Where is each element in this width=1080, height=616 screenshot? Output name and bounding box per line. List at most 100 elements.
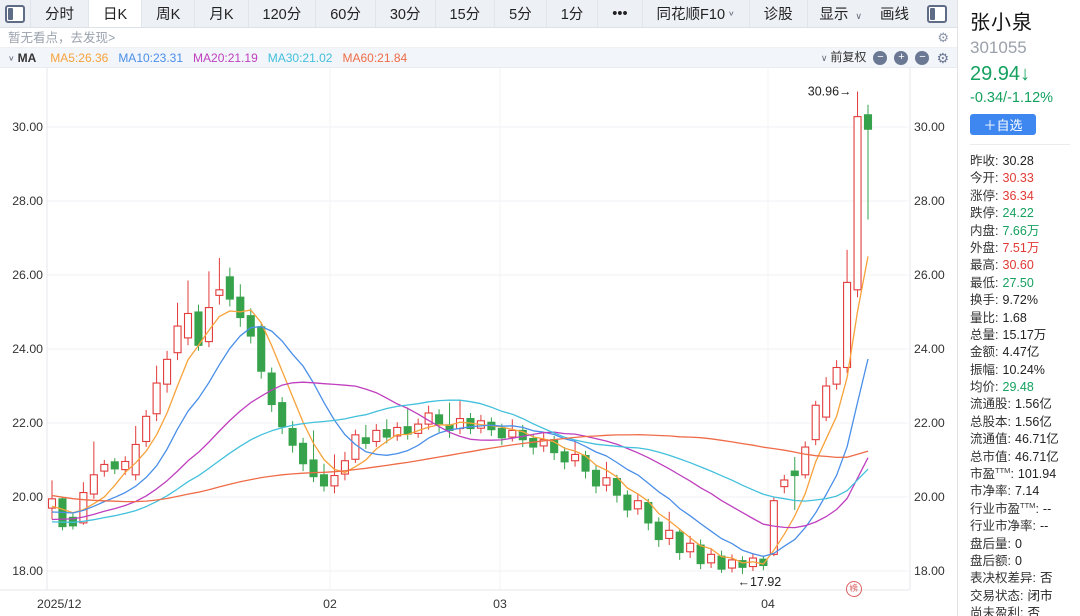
tab-120min[interactable]: 120分	[249, 0, 317, 27]
ma-legend-ma5: MA5:26.36	[50, 48, 108, 68]
stat-row: 市净率:7.14	[970, 480, 1080, 497]
svg-text:2025/12: 2025/12	[37, 597, 82, 611]
news-text: 暂无看点，	[8, 31, 71, 45]
period-toolbar: 分时日K周K月K120分60分30分15分5分1分•••同花顺F10∨诊股 显示…	[0, 0, 957, 28]
stat-row: 总股本:1.56亿	[970, 411, 1080, 428]
svg-text:22.00: 22.00	[914, 416, 945, 430]
chevron-down-icon: ∨	[821, 53, 828, 63]
svg-text:03: 03	[493, 597, 507, 611]
svg-text:←17.92: ←17.92	[737, 575, 781, 589]
stat-row: 跌停:24.22	[970, 202, 1080, 219]
price-change: -0.34/-1.12%	[970, 90, 1080, 106]
stat-row: 昨收:30.28	[970, 150, 1080, 167]
tab-day-k[interactable]: 日K	[89, 0, 142, 27]
stat-row: 外盘:7.51万	[970, 237, 1080, 254]
svg-text:20.00: 20.00	[914, 490, 945, 504]
stat-row: 内盘:7.66万	[970, 220, 1080, 237]
news-bar: 暂无看点，去发现> ⚙	[0, 28, 957, 48]
news-settings-gear-icon[interactable]: ⚙	[937, 28, 949, 48]
stat-row: 均价:29.48	[970, 376, 1080, 393]
stat-row: 盘后量:0	[970, 533, 1080, 550]
stat-row: 尚未盈利:否	[970, 602, 1080, 616]
stat-row: 行业市盈TTM:--	[970, 498, 1080, 515]
current-price: 29.94↓	[970, 63, 1080, 86]
stat-row: 行业市净率:--	[970, 515, 1080, 532]
svg-text:04: 04	[761, 597, 775, 611]
stat-row: 最高:30.60	[970, 254, 1080, 271]
ma-legend-ma60: MA60:21.84	[342, 48, 407, 68]
ma-collapse-chevron-icon[interactable]: ∨	[8, 50, 15, 66]
stock-info-panel: 张小泉 301055 29.94↓ -0.34/-1.12% ＋自选 昨收:30…	[957, 0, 1080, 616]
svg-text:24.00: 24.00	[914, 342, 945, 356]
left-panel-toggle-button[interactable]	[0, 0, 31, 27]
panel-toggle-icon	[5, 5, 25, 23]
kline-zoom-out-icon[interactable]: −	[873, 51, 887, 65]
tab-1min[interactable]: 1分	[547, 0, 599, 27]
tab-month-k[interactable]: 月K	[195, 0, 248, 27]
tab-30min[interactable]: 30分	[376, 0, 436, 27]
stat-row: 流通股:1.56亿	[970, 393, 1080, 410]
add-watchlist-button[interactable]: ＋自选	[970, 114, 1036, 135]
ma-values: MA5:26.36 MA10:23.31 MA20:21.19 MA30:21.02 M…	[40, 48, 407, 68]
chevron-down-icon: ∨	[855, 11, 862, 21]
stat-row: 总市值:46.71亿	[970, 446, 1080, 463]
tab-15min[interactable]: 15分	[436, 0, 496, 27]
svg-text:26.00: 26.00	[914, 268, 945, 282]
svg-text:30.96→: 30.96→	[808, 84, 852, 98]
svg-text:28.00: 28.00	[914, 194, 945, 208]
stat-row: 交易状态:闭市	[970, 585, 1080, 602]
divider	[970, 144, 1070, 145]
kline-zoom-in-icon[interactable]: +	[894, 51, 908, 65]
toolbar-spacer	[808, 0, 820, 27]
stat-row: 最低:27.50	[970, 272, 1080, 289]
ma-title: MA	[18, 48, 37, 68]
svg-text:24.00: 24.00	[12, 342, 43, 356]
tab-60min[interactable]: 60分	[316, 0, 376, 27]
chevron-down-icon: ∨	[728, 9, 735, 17]
tab-ths-f10[interactable]: 同花顺F10∨	[643, 0, 750, 27]
display-label: 显示	[819, 7, 848, 23]
stock-code: 301055	[970, 38, 1080, 58]
svg-text:30.00: 30.00	[914, 120, 945, 134]
stock-chart-app: 分时日K周K月K120分60分30分15分5分1分•••同花顺F10∨诊股 显示…	[0, 0, 1080, 616]
svg-text:20.00: 20.00	[12, 490, 43, 504]
svg-text:30.00: 30.00	[12, 120, 43, 134]
svg-text:28.00: 28.00	[12, 194, 43, 208]
tab-more[interactable]: •••	[598, 0, 642, 27]
stat-row: 振幅:10.24%	[970, 359, 1080, 376]
svg-text:26.00: 26.00	[12, 268, 43, 282]
stats-list: 昨收:30.28今开:30.33涨停:36.34跌停:24.22内盘:7.66万…	[970, 150, 1080, 616]
tab-5min[interactable]: 5分	[495, 0, 547, 27]
stat-row: 流通值:46.71亿	[970, 428, 1080, 445]
draw-line-button[interactable]: 画线	[880, 3, 909, 24]
svg-text:02: 02	[323, 597, 337, 611]
right-panel-toggle-icon[interactable]	[927, 5, 947, 23]
svg-text:18.00: 18.00	[12, 564, 43, 578]
adjust-mode-label: 前复权	[830, 50, 866, 64]
down-arrow-icon: ↓	[1020, 63, 1030, 85]
ma-legend-ma10: MA10:23.31	[118, 48, 183, 68]
stat-row: 换手:9.72%	[970, 289, 1080, 306]
display-menu[interactable]: 显示 ∨	[819, 3, 862, 24]
stat-row: 表决权差异:否	[970, 567, 1080, 584]
discover-link[interactable]: 去发现>	[71, 31, 116, 45]
kline-collapse-icon[interactable]: −	[915, 51, 929, 65]
svg-text:18.00: 18.00	[914, 564, 945, 578]
stat-row: 金额:4.47亿	[970, 341, 1080, 358]
kline-chart[interactable]: 30.00 30.00 28.00 28.00 26.00 26.00 24.00 24.00…	[0, 68, 957, 616]
tab-diagnose[interactable]: 诊股	[750, 0, 808, 27]
stat-row: 总量:15.17万	[970, 324, 1080, 341]
stat-row: 盘后额:0	[970, 550, 1080, 567]
ma-legend-ma20: MA20:21.19	[193, 48, 258, 68]
adjust-mode-dropdown[interactable]: ∨前复权	[821, 47, 867, 68]
tab-timeshare[interactable]: 分时	[31, 0, 89, 27]
stat-row: 涨停:36.34	[970, 185, 1080, 202]
stock-name: 张小泉	[970, 6, 1080, 35]
ma-legend-ma30: MA30:21.02	[268, 48, 333, 68]
period-tabs: 分时日K周K月K120分60分30分15分5分1分•••同花顺F10∨诊股	[31, 0, 808, 27]
kline-chart-svg: 30.00 30.00 28.00 28.00 26.00 26.00 24.00 24.00…	[0, 68, 957, 616]
stat-row: 量比:1.68	[970, 307, 1080, 324]
tab-week-k[interactable]: 周K	[142, 0, 195, 27]
kline-settings-gear-icon[interactable]: ⚙	[936, 51, 949, 65]
stat-row: 市盈TTM:101.94	[970, 463, 1080, 480]
